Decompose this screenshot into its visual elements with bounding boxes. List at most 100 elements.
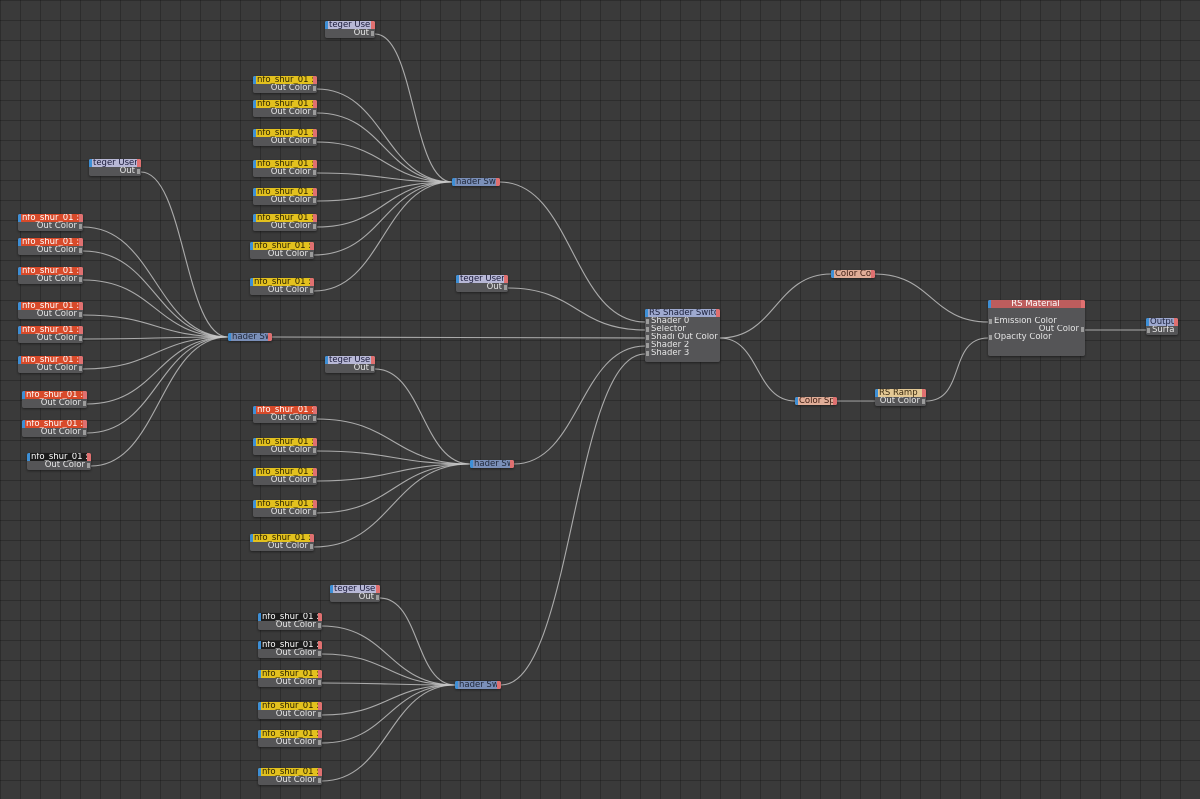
out-port[interactable]: Out Color <box>18 275 83 284</box>
out-port[interactable]: Out Color <box>18 364 83 373</box>
node-title: teger User <box>325 356 375 364</box>
out-port[interactable]: Out Color <box>253 108 317 117</box>
out-port[interactable]: Out Color <box>253 196 317 205</box>
node-title: nfo_shur_01 : T <box>22 420 87 428</box>
yellow-shader-node[interactable]: nfo_shur_01 : T Out Color <box>253 100 317 117</box>
shader-3-port[interactable]: Shader 3 <box>645 349 720 358</box>
yellow-shader-node[interactable]: nfo_shur_01 : T Out Color <box>253 500 317 517</box>
node-title: nfo_shur_01 : 1 <box>258 768 322 776</box>
user-shader-node[interactable]: teger User Out <box>330 585 380 602</box>
out-port[interactable]: Out Color <box>253 168 317 177</box>
node-title: nfo_shur_01 : T <box>253 214 317 222</box>
node-editor-canvas[interactable]: RS Shader Switch Shader 0 Selector Shadi… <box>0 0 1200 799</box>
rs-material-node[interactable]: RS Material Emission Color Out Color Opa… <box>988 300 1085 356</box>
user-shader-node[interactable]: teger User Out <box>456 275 508 292</box>
yellow-shader-node[interactable]: nfo_shur_01 : T Out Color <box>253 160 317 177</box>
rs-shader-switch-node[interactable]: RS Shader Switch Shader 0 Selector Shadi… <box>645 309 720 362</box>
shader-switch-node[interactable]: hader Sw <box>470 460 514 468</box>
node-title: nfo_shur_01 : 1 <box>258 613 322 621</box>
yellow-shader-node[interactable]: nfo_shur_01 : 1 Out Color <box>258 730 322 747</box>
out-port[interactable]: Out <box>330 593 380 602</box>
out-port[interactable]: Out <box>325 29 375 38</box>
out-port[interactable]: Out Color <box>250 542 314 551</box>
out-port[interactable]: Out Color <box>27 461 91 470</box>
yellow-shader-node[interactable]: nfo_shur_01 : T Out Color <box>250 278 314 295</box>
out-port[interactable]: Out Color <box>253 414 317 423</box>
out-port[interactable]: Out Color <box>258 621 322 630</box>
surface-port[interactable]: Surfa <box>1146 326 1178 335</box>
red-shader-node[interactable]: nfo_shur_01 : T Out Color <box>18 302 83 319</box>
shader-switch-node[interactable]: hader Sw <box>455 681 501 689</box>
color-correct-node[interactable]: Color Cor <box>831 270 875 278</box>
out-port[interactable]: Out Color <box>18 310 83 319</box>
red-shader-node[interactable]: nfo_shur_01 : T Out Color <box>253 406 317 423</box>
node-title: nfo_shur_01 : T <box>18 267 83 275</box>
yellow-shader-node[interactable]: nfo_shur_01 : T Out Color <box>250 242 314 259</box>
yellow-shader-node[interactable]: nfo_shur_01 : T Out Color <box>250 534 314 551</box>
yellow-shader-node[interactable]: nfo_shur_01 : 1 Out Color <box>258 768 322 785</box>
out-port[interactable]: Out Color <box>22 428 87 437</box>
node-title: nfo_shur_01 : T <box>253 129 317 137</box>
yellow-shader-node[interactable]: nfo_shur_01 : T Out Color <box>253 76 317 93</box>
black-shader-node[interactable]: nfo_shur_01 : T Out Color <box>27 453 91 470</box>
red-shader-node[interactable]: nfo_shur_01 : T Out Color <box>18 238 83 255</box>
node-title: teger User <box>89 159 141 167</box>
node-title: hader Sw <box>452 178 500 186</box>
out-port[interactable]: Out Color <box>22 399 87 408</box>
yellow-shader-node[interactable]: nfo_shur_01 : T Out Color <box>253 438 317 455</box>
opacity-color-port[interactable]: Opacity Color <box>988 333 1085 342</box>
node-title: nfo_shur_01 : T <box>18 238 83 246</box>
shader-switch-node[interactable]: hader Sw <box>228 333 272 341</box>
yellow-shader-node[interactable]: nfo_shur_01 : 1 Out Color <box>258 702 322 719</box>
output-node[interactable]: Outpu Surfa <box>1146 318 1178 335</box>
red-shader-node[interactable]: nfo_shur_01 : T Out Color <box>18 214 83 231</box>
out-port[interactable]: Out Color <box>253 446 317 455</box>
yellow-shader-node[interactable]: nfo_shur_01 : T Out Color <box>253 188 317 205</box>
out-port[interactable]: Out Color <box>250 286 314 295</box>
yellow-shader-node[interactable]: nfo_shur_01 : T Out Color <box>253 468 317 485</box>
out-port[interactable]: Out Color <box>253 508 317 517</box>
color-splitter-node[interactable]: Color Spl <box>795 397 837 405</box>
red-shader-node[interactable]: nfo_shur_01 : T Out Color <box>22 391 87 408</box>
node-title: nfo_shur_01 : T <box>253 406 317 414</box>
red-shader-node[interactable]: nfo_shur_01 : T Out Color <box>18 356 83 373</box>
black-shader-node[interactable]: nfo_shur_01 : 1 Out Color <box>258 641 322 658</box>
out-port[interactable]: Out Color <box>253 476 317 485</box>
rs-material-title: RS Material <box>988 300 1085 308</box>
node-title: nfo_shur_01 : 1 <box>258 641 322 649</box>
user-shader-node[interactable]: teger User Out <box>89 159 141 176</box>
out-port[interactable]: Out Color <box>258 776 322 785</box>
out-port[interactable]: Out <box>325 364 375 373</box>
red-shader-node[interactable]: nfo_shur_01 : T Out Color <box>22 420 87 437</box>
node-title: nfo_shur_01 : T <box>250 534 314 542</box>
shader-switch-node[interactable]: hader Sw <box>452 178 500 186</box>
out-port[interactable]: Out <box>89 167 141 176</box>
out-port[interactable]: Out Color <box>253 137 317 146</box>
out-port[interactable]: Out <box>456 283 508 292</box>
yellow-shader-node[interactable]: nfo_shur_01 : 1 Out Color <box>258 670 322 687</box>
node-title: hader Sw <box>228 333 272 341</box>
out-port[interactable]: Out Color <box>253 84 317 93</box>
out-port[interactable]: Out Color <box>18 222 83 231</box>
out-port[interactable]: Out Color <box>253 222 317 231</box>
red-shader-node[interactable]: nfo_shur_01 : T Out Color <box>18 267 83 284</box>
yellow-shader-node[interactable]: nfo_shur_01 : T Out Color <box>253 214 317 231</box>
black-shader-node[interactable]: nfo_shur_01 : 1 Out Color <box>258 613 322 630</box>
node-title: nfo_shur_01 : T <box>253 160 317 168</box>
out-port[interactable]: Out Color <box>18 246 83 255</box>
out-port[interactable]: Out Color <box>258 649 322 658</box>
rs-ramp-node[interactable]: RS Ramp Out Color <box>875 389 926 406</box>
out-port[interactable]: Out Color <box>258 738 322 747</box>
node-title: nfo_shur_01 : 1 <box>258 730 322 738</box>
red-shader-node[interactable]: nfo_shur_01 : T Out Color <box>18 326 83 343</box>
user-shader-node[interactable]: teger User Out <box>325 356 375 373</box>
out-port[interactable]: Out Color <box>258 678 322 687</box>
user-shader-node[interactable]: teger User Out <box>325 21 375 38</box>
rs-ramp-out-color-port[interactable]: Out Color <box>875 397 926 406</box>
node-title: nfo_shur_01 : T <box>18 302 83 310</box>
yellow-shader-node[interactable]: nfo_shur_01 : T Out Color <box>253 129 317 146</box>
out-port[interactable]: Out Color <box>18 334 83 343</box>
out-port[interactable]: Out Color <box>250 250 314 259</box>
rs-shader-switch-title: RS Shader Switch <box>645 309 720 317</box>
out-port[interactable]: Out Color <box>258 710 322 719</box>
